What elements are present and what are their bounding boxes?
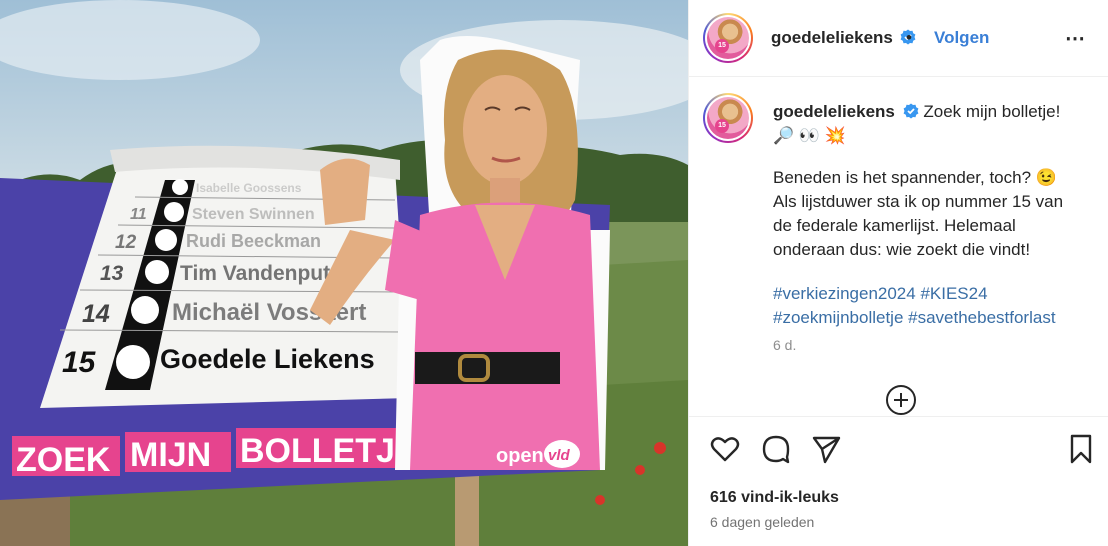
slogan-word: ZOEK [16, 441, 111, 479]
post-image[interactable]: Isabelle Goossens 11 Steven Swinnen 12 R… [0, 0, 688, 546]
caption-emojis: 🔎 👀 💥 [773, 126, 846, 145]
caption-hashtags: #verkiezingen2024 #KIES24 #zoekmijnbolle… [773, 282, 1093, 330]
caption-username-link[interactable]: goedeleliekens [773, 102, 895, 121]
slogan-word: BOLLETJE [240, 432, 418, 470]
load-more-comments-icon[interactable] [886, 385, 916, 415]
row-name: Steven Swinnen [192, 206, 315, 223]
follow-button[interactable]: Volgen [934, 28, 989, 48]
row-name: Tim Vandenput [180, 262, 330, 285]
post-header: 15 goedeleliekens • Volgen ⋯ [689, 0, 1108, 77]
caption-line: Als lijstduwer sta ik op nummer 15 van [773, 192, 1064, 211]
row-number: 13 [100, 262, 124, 285]
more-options-icon[interactable]: ⋯ [1065, 26, 1086, 51]
header-username[interactable]: goedeleliekens [771, 28, 916, 48]
post-date: 6 dagen geleden [710, 514, 815, 530]
row-name: Rudi Beeckman [186, 231, 321, 251]
caption-body: Beneden is het spannender, toch? 😉 Als l… [773, 166, 1093, 262]
row-number: 12 [115, 232, 137, 253]
caption-header: goedeleliekens Zoek mijn bolletje! 🔎 👀 💥 [773, 100, 1093, 148]
likes-count[interactable]: 616 vind-ik-leuks [710, 489, 839, 507]
caption-line: onderaan dus: wie zoekt die vindt! [773, 240, 1031, 259]
party-logo-word: open [496, 445, 544, 467]
like-heart-icon[interactable] [709, 433, 741, 465]
party-logo-word: vld [548, 447, 571, 464]
post-side-panel: 15 goedeleliekens • Volgen ⋯ 15 goedelel… [688, 0, 1108, 546]
verified-badge-icon [903, 103, 919, 119]
caption-line: de federale kamerlijst. Helemaal [773, 216, 1016, 235]
avatar[interactable]: 15 [703, 13, 753, 63]
row-number: 11 [130, 206, 147, 223]
comment-icon[interactable] [760, 433, 792, 465]
username-link[interactable]: goedeleliekens [771, 28, 893, 47]
share-send-icon[interactable] [810, 433, 842, 465]
row-number: 15 [62, 346, 97, 379]
avatar[interactable]: 15 [703, 93, 753, 143]
caption-timestamp[interactable]: 6 d. [773, 337, 796, 353]
row-name: Isabelle Goossens [196, 181, 302, 195]
row-number: 14 [82, 300, 110, 328]
caption-title: Zoek mijn bolletje! [923, 102, 1061, 121]
billboard-photo: Isabelle Goossens 11 Steven Swinnen 12 R… [0, 0, 688, 546]
row-name: Goedele Liekens [160, 344, 375, 374]
post-actions: 616 vind-ik-leuks 6 dagen geleden [689, 416, 1108, 546]
caption-line: Beneden is het spannender, toch? 😉 [773, 168, 1057, 187]
slogan-word: MIJN [130, 436, 211, 474]
post-caption: 15 goedeleliekens Zoek mijn bolletje! 🔎 … [689, 78, 1108, 416]
save-bookmark-icon[interactable] [1065, 433, 1097, 465]
header-separator: • [906, 28, 912, 47]
hashtag-line[interactable]: #zoekmijnbolletje #savethebestforlast [773, 306, 1093, 330]
hashtag-line[interactable]: #verkiezingen2024 #KIES24 [773, 282, 1093, 306]
